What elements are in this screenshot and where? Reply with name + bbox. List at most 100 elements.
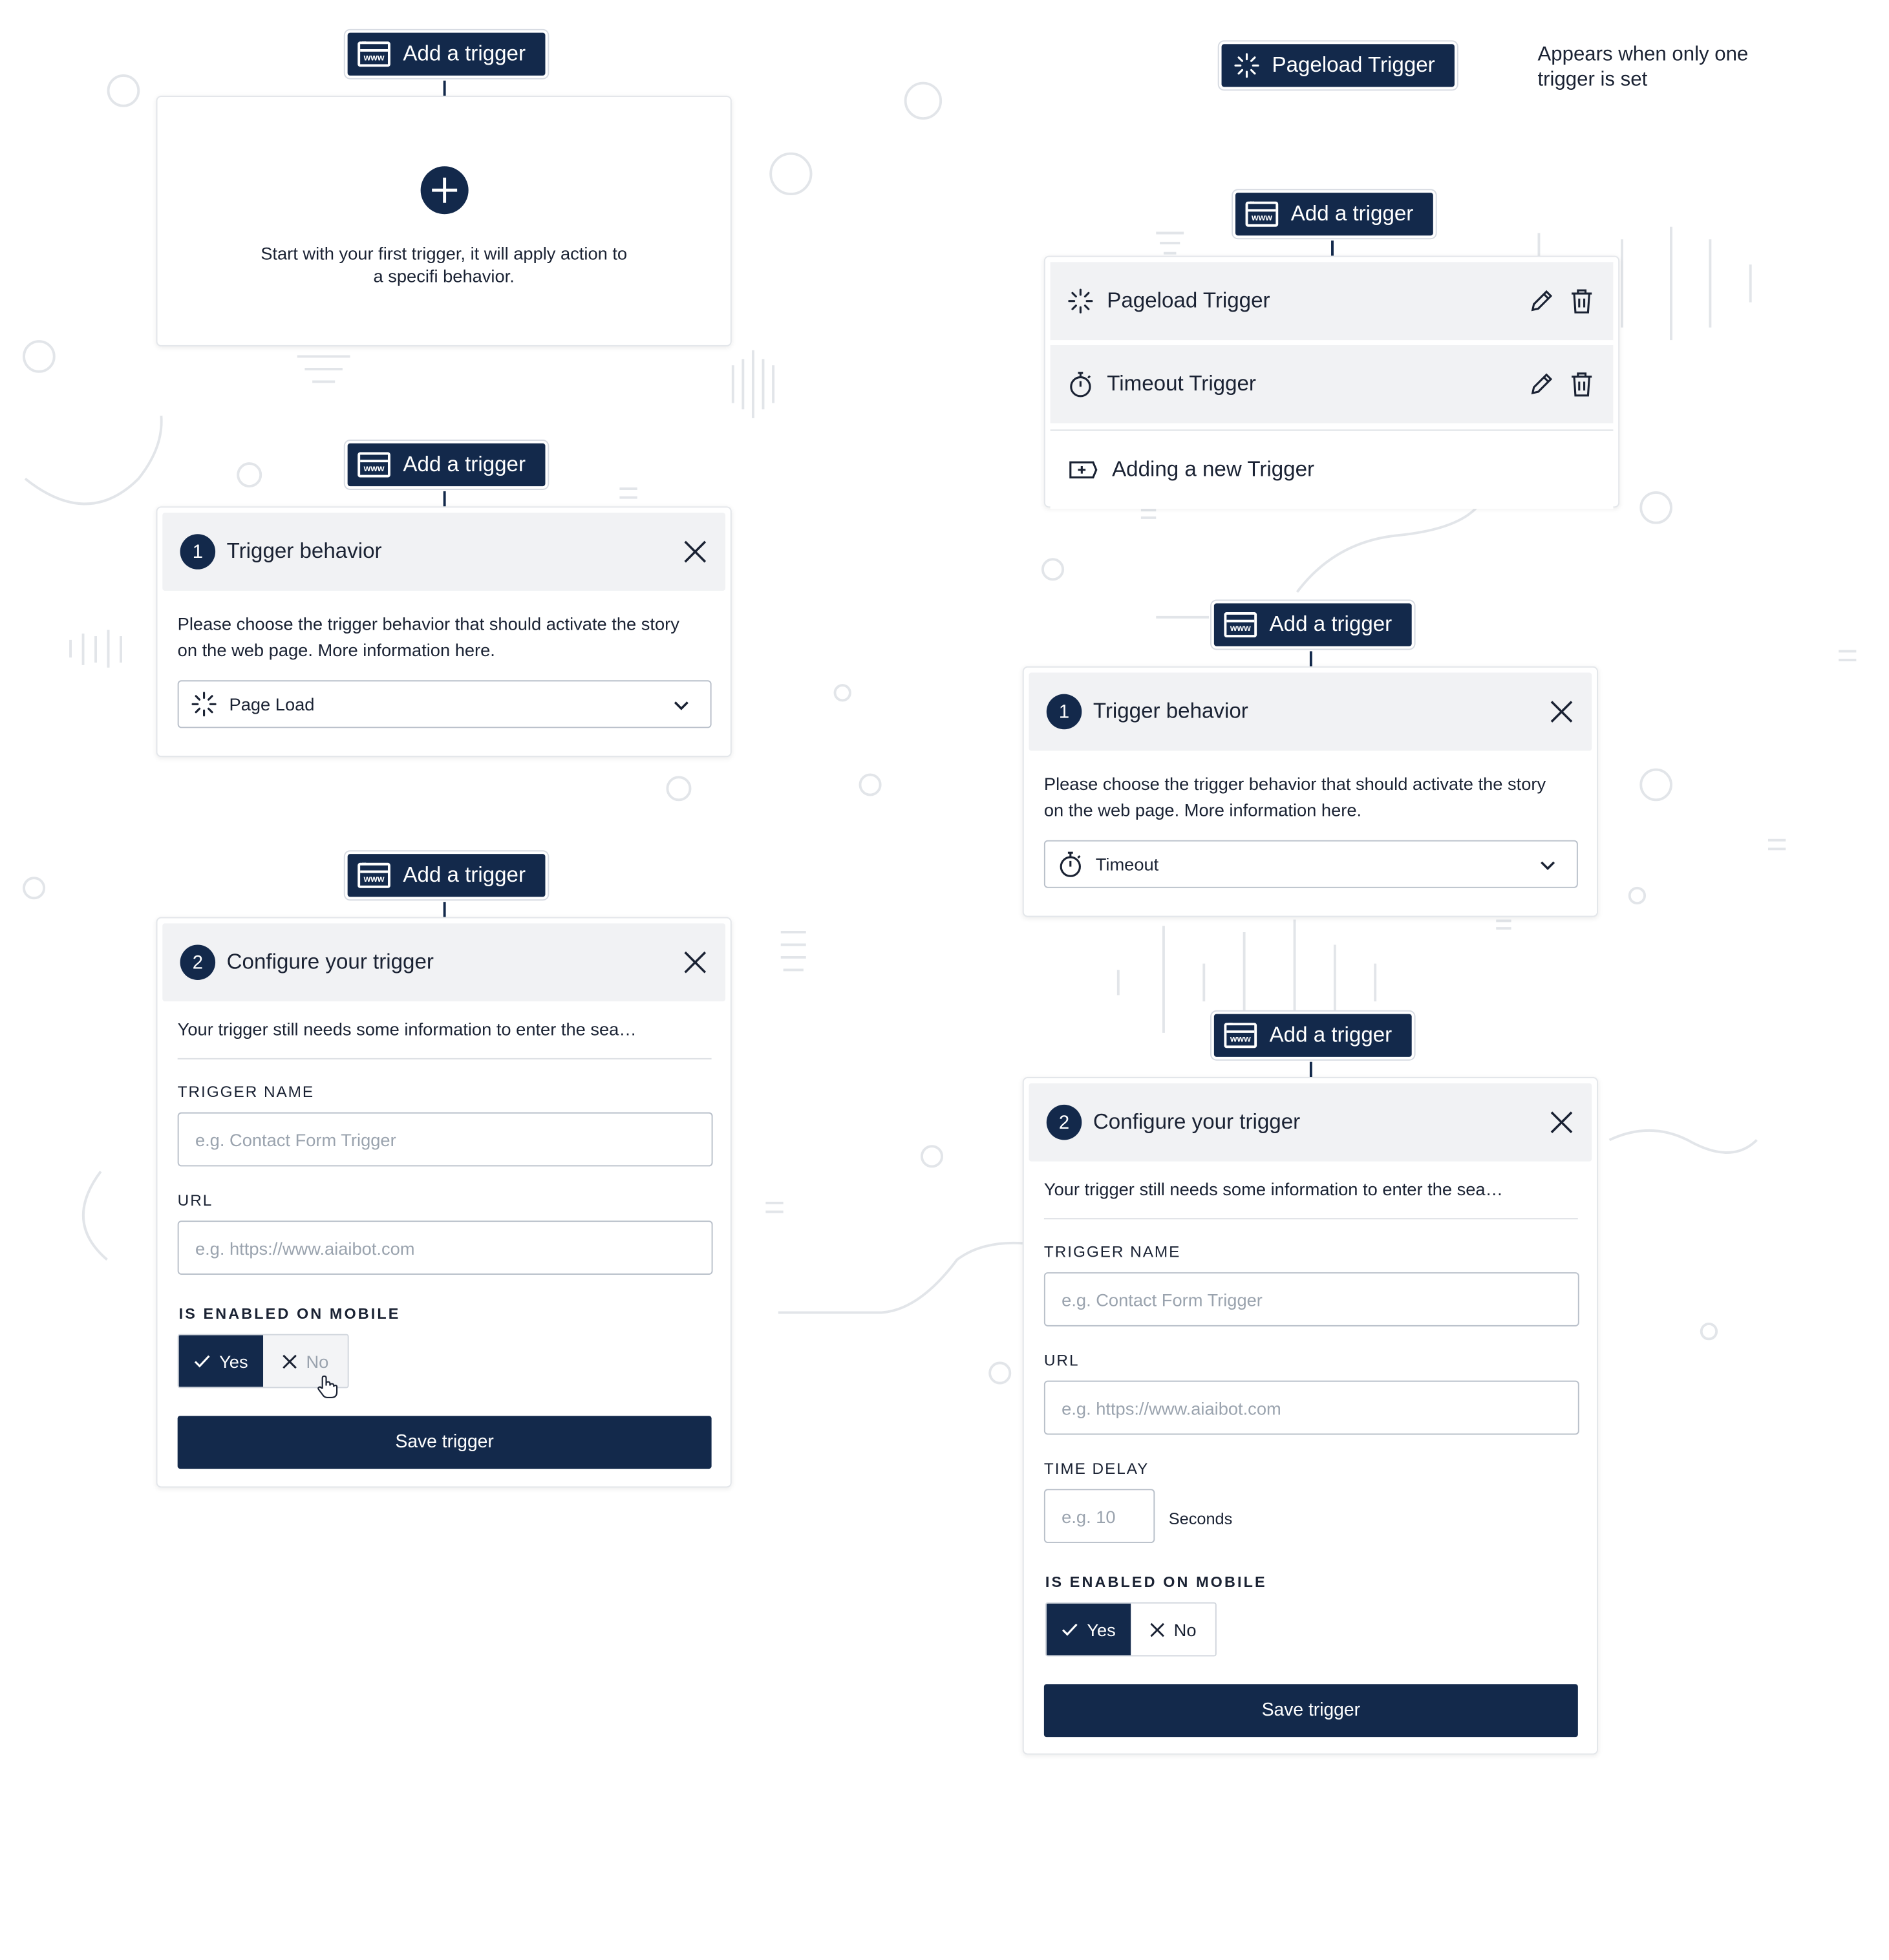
yes-label: Yes — [219, 1350, 248, 1372]
time-delay-input[interactable] — [1043, 1489, 1155, 1544]
trash-icon[interactable] — [1568, 370, 1596, 398]
panel-description: Please choose the trigger behavior that … — [1044, 771, 1546, 824]
divider — [177, 1058, 712, 1060]
add-trigger-label: Add a trigger — [1290, 201, 1414, 226]
panel-title: Configure your trigger — [226, 950, 434, 974]
desc-line2: on the web page. More information here. — [1043, 800, 1362, 820]
divider — [1043, 1218, 1578, 1220]
connector — [443, 80, 446, 96]
url-input[interactable] — [1043, 1380, 1579, 1435]
trash-icon[interactable] — [1568, 287, 1596, 315]
connector — [1309, 1061, 1312, 1078]
loading-icon — [1234, 53, 1259, 78]
pencil-icon[interactable] — [1528, 287, 1555, 315]
www-icon: www — [358, 451, 390, 478]
no-label: No — [306, 1350, 329, 1372]
www-icon: www — [358, 862, 390, 888]
loading-icon — [1068, 288, 1093, 314]
yes-option[interactable]: Yes — [178, 1335, 264, 1387]
trigger-list-item[interactable]: Pageload Trigger — [1050, 262, 1614, 341]
add-trigger-label: Add a trigger — [403, 862, 526, 887]
trigger-behavior-select[interactable]: Page Load — [177, 680, 712, 729]
pencil-icon[interactable] — [1528, 370, 1555, 398]
close-icon[interactable] — [680, 947, 710, 977]
panel-title: Trigger behavior — [1093, 699, 1248, 723]
empty-trigger-card: Start with your first trigger, it will a… — [156, 96, 732, 346]
add-new-label: Adding a new Trigger — [1112, 457, 1315, 482]
trigger-list-card: Pageload Trigger Timeout Trigger Adding … — [1043, 255, 1620, 509]
trigger-name-label: TRIGGER NAME — [1043, 1243, 1181, 1261]
close-icon[interactable] — [1546, 1107, 1577, 1138]
panel-header: 1 Trigger behavior — [162, 513, 726, 591]
add-trigger-button[interactable]: www Add a trigger — [1211, 1011, 1415, 1060]
empty-state-message: Start with your first trigger, it will a… — [158, 242, 731, 287]
yes-label: Yes — [1087, 1619, 1116, 1640]
select-value: Timeout — [1095, 854, 1159, 875]
panel-title: Trigger behavior — [226, 539, 382, 564]
panel-description: Your trigger still needs some informatio… — [1043, 1178, 1503, 1200]
configure-trigger-panel: 2 Configure your trigger Your trigger st… — [1022, 1077, 1599, 1755]
trigger-name-label: TRIGGER NAME — [177, 1083, 315, 1102]
yes-option[interactable]: Yes — [1046, 1603, 1131, 1656]
add-trigger-label: Add a trigger — [1269, 1023, 1393, 1047]
connector — [1309, 651, 1312, 666]
check-icon — [194, 1355, 210, 1368]
panel-header: 1 Trigger behavior — [1029, 672, 1592, 751]
add-trigger-button[interactable]: www Add a trigger — [345, 441, 549, 489]
select-value: Page Load — [229, 694, 315, 714]
add-trigger-button[interactable]: www Add a trigger — [345, 30, 549, 78]
trigger-behavior-select[interactable]: Timeout — [1043, 840, 1578, 888]
panel-header: 2 Configure your trigger — [1029, 1083, 1592, 1162]
connector — [443, 491, 446, 507]
chevron-down-icon — [1541, 861, 1555, 871]
no-label: No — [1173, 1619, 1197, 1640]
panel-header: 2 Configure your trigger — [162, 923, 726, 1002]
www-icon: www — [1245, 200, 1279, 227]
add-trigger-label: Add a trigger — [403, 41, 526, 66]
loading-icon — [191, 692, 217, 717]
add-trigger-button[interactable]: www Add a trigger — [1211, 601, 1415, 649]
note-line1: Appears when only one — [1537, 44, 1749, 66]
trigger-list-item[interactable]: Timeout Trigger — [1050, 345, 1614, 423]
trigger-item-label: Timeout Trigger — [1107, 371, 1256, 396]
mobile-toggle: Yes No — [1045, 1602, 1217, 1657]
close-icon[interactable] — [1546, 697, 1577, 727]
mobile-enabled-label: IS ENABLED ON MOBILE — [178, 1305, 401, 1323]
desc-line2: on the web page. More information here. — [177, 639, 495, 661]
annotation-note: Appears when only one trigger is set — [1538, 43, 1749, 93]
single-trigger-label: Pageload Trigger — [1272, 52, 1435, 77]
panel-title: Configure your trigger — [1093, 1109, 1301, 1134]
no-option[interactable]: No — [1131, 1603, 1215, 1656]
configure-trigger-panel: 2 Configure your trigger Your trigger st… — [156, 917, 732, 1488]
url-label: URL — [1043, 1351, 1080, 1370]
panel-description: Please choose the trigger behavior that … — [178, 611, 679, 664]
add-trigger-button[interactable]: www Add a trigger — [1233, 190, 1436, 239]
add-trigger-icon — [1069, 461, 1098, 479]
stopwatch-icon — [1060, 851, 1081, 877]
step-number: 1 — [180, 534, 216, 570]
save-trigger-button[interactable]: Save trigger — [1043, 1684, 1578, 1738]
step-number: 2 — [1046, 1104, 1082, 1140]
empty-state-line1: Start with your first trigger, it will a… — [261, 243, 628, 264]
url-input[interactable] — [177, 1220, 713, 1275]
trigger-name-input[interactable] — [1043, 1272, 1579, 1326]
mobile-enabled-label: IS ENABLED ON MOBILE — [1045, 1573, 1267, 1592]
chevron-down-icon — [674, 701, 688, 710]
add-new-trigger-row[interactable]: Adding a new Trigger — [1050, 431, 1614, 509]
add-trigger-button[interactable]: www Add a trigger — [345, 851, 549, 900]
trigger-item-label: Pageload Trigger — [1107, 288, 1270, 313]
trigger-name-input[interactable] — [177, 1112, 713, 1167]
add-trigger-label: Add a trigger — [403, 452, 526, 476]
x-icon — [283, 1354, 297, 1369]
single-trigger-pill[interactable]: Pageload Trigger — [1219, 41, 1458, 90]
add-circle-icon[interactable] — [420, 165, 470, 215]
trigger-behavior-panel: 1 Trigger behavior Please choose the tri… — [1022, 666, 1599, 917]
step-number: 2 — [180, 944, 216, 981]
save-trigger-button[interactable]: Save trigger — [177, 1416, 712, 1469]
hand-cursor-icon — [317, 1375, 338, 1399]
www-icon: www — [358, 40, 390, 67]
close-icon[interactable] — [680, 537, 710, 567]
connector — [443, 902, 446, 917]
www-icon: www — [1224, 1021, 1257, 1049]
url-label: URL — [177, 1191, 213, 1209]
